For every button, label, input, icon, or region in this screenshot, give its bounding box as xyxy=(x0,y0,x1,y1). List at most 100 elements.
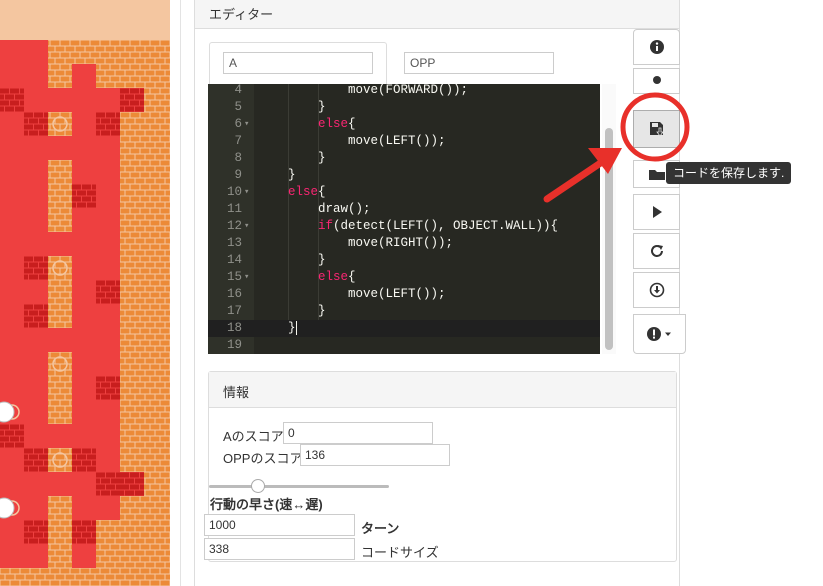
code-line[interactable]: 18} xyxy=(208,320,600,337)
run-button[interactable] xyxy=(633,194,680,230)
code-line[interactable]: 15 ▾ else{ xyxy=(208,269,600,286)
reset-button[interactable] xyxy=(633,233,680,269)
path-cell xyxy=(48,328,72,352)
code-line[interactable]: 19 xyxy=(208,337,600,354)
code-line[interactable]: 12 ▾ if(detect(LEFT(), OBJECT.WALL)){ xyxy=(208,218,600,235)
floor-brick xyxy=(60,400,70,406)
floor-brick xyxy=(165,514,170,520)
wall-brick xyxy=(101,382,110,388)
floor-brick xyxy=(70,52,80,58)
floor-brick xyxy=(130,316,140,322)
code-line[interactable]: 6 ▾ else{ xyxy=(208,116,600,133)
code-line[interactable]: 11 draw(); xyxy=(208,201,600,218)
floor-brick xyxy=(120,232,130,238)
alert-dropdown-button[interactable] xyxy=(633,314,686,354)
floor-brick xyxy=(155,538,165,544)
code-line[interactable]: 14} xyxy=(208,252,600,269)
info-button[interactable] xyxy=(633,29,680,65)
code-line[interactable]: 16 move(LEFT()); xyxy=(208,286,600,303)
code-scrollbar-thumb[interactable] xyxy=(605,128,613,350)
wall-brick xyxy=(5,106,14,112)
fold-toggle-icon[interactable]: ▾ xyxy=(244,116,249,133)
wall-brick xyxy=(125,94,134,100)
player-a-name-input[interactable] xyxy=(223,52,373,74)
save-code-button[interactable] xyxy=(633,110,680,148)
floor-brick xyxy=(45,574,55,580)
code-line[interactable]: 17} xyxy=(208,303,600,320)
floor-brick xyxy=(55,418,65,424)
floor-brick xyxy=(60,520,70,526)
floor-brick xyxy=(55,310,65,316)
code-line[interactable]: 9} xyxy=(208,167,600,184)
code-line[interactable]: 8} xyxy=(208,150,600,167)
floor-brick xyxy=(130,40,140,46)
wall-brick xyxy=(24,262,28,268)
wall-brick xyxy=(44,316,48,322)
floor-brick xyxy=(150,208,160,214)
wall-brick xyxy=(116,280,120,286)
wall-brick xyxy=(120,100,129,106)
code-size-input[interactable] xyxy=(204,538,355,560)
floor-brick xyxy=(155,94,165,100)
floor-brick xyxy=(130,448,140,454)
code-line[interactable]: 13 move(RIGHT()); xyxy=(208,235,600,252)
floor-brick xyxy=(125,418,135,424)
floor-brick xyxy=(100,52,110,58)
code-line[interactable]: 7 move(LEFT()); xyxy=(208,133,600,150)
wall-brick xyxy=(34,448,43,454)
floor-brick xyxy=(150,292,160,298)
player-opp-name-input[interactable] xyxy=(404,52,554,74)
wall-brick xyxy=(106,124,115,130)
fold-toggle-icon[interactable]: ▾ xyxy=(244,269,249,286)
floor-brick xyxy=(150,136,160,142)
code-editor[interactable]: 4 move(FORWARD()); 5} 6 ▾ else{7 move(LEFT());… xyxy=(208,84,600,354)
editor-panel: エディター 4move(FORWARD());5}6▾else{7move(LE… xyxy=(194,0,680,586)
floor-brick xyxy=(150,484,160,490)
score-a-input[interactable] xyxy=(283,422,433,444)
floor-brick xyxy=(130,196,140,202)
floor-brick xyxy=(110,568,120,574)
wall-brick xyxy=(44,460,48,466)
code-text: } xyxy=(318,303,326,320)
code-line[interactable]: 5} xyxy=(208,99,600,116)
floor-brick xyxy=(95,526,105,532)
speed-slider-thumb[interactable] xyxy=(250,479,265,493)
floor-brick xyxy=(145,502,155,508)
game-board xyxy=(0,0,170,586)
floor-brick xyxy=(50,556,60,562)
floor-brick xyxy=(160,472,170,478)
floor-brick xyxy=(135,310,145,316)
floor-brick xyxy=(60,388,70,394)
line-number: 4 xyxy=(234,84,242,97)
wall-brick xyxy=(5,442,14,448)
floor-brick xyxy=(165,394,170,400)
wall-brick xyxy=(34,316,43,322)
floor-brick xyxy=(160,268,170,274)
wall-brick xyxy=(120,478,124,484)
score-opp-input[interactable] xyxy=(300,444,450,466)
floor-brick xyxy=(155,370,165,376)
user-button[interactable] xyxy=(633,68,680,94)
speed-slider-track[interactable] xyxy=(209,485,389,488)
floor-brick xyxy=(60,568,70,574)
floor-brick xyxy=(135,466,145,472)
floor-brick xyxy=(165,274,170,280)
wall-brick xyxy=(44,304,48,310)
turns-input[interactable] xyxy=(204,514,355,536)
floor-brick xyxy=(145,238,155,244)
path-cell xyxy=(0,64,24,88)
code-line[interactable]: 4 move(FORWARD()); xyxy=(208,84,600,99)
download-button[interactable] xyxy=(633,272,680,308)
floor-brick xyxy=(135,574,145,580)
floor-brick xyxy=(130,520,140,526)
floor-brick xyxy=(155,286,165,292)
fold-toggle-icon[interactable]: ▾ xyxy=(244,218,249,235)
floor-brick xyxy=(120,412,130,418)
floor-brick xyxy=(135,82,145,88)
wall-brick xyxy=(44,532,48,538)
wall-brick xyxy=(39,454,48,460)
fold-toggle-icon[interactable]: ▾ xyxy=(244,184,249,201)
wall-brick xyxy=(72,520,81,526)
code-line[interactable]: 10 ▾ else{ xyxy=(208,184,600,201)
floor-brick xyxy=(120,316,130,322)
